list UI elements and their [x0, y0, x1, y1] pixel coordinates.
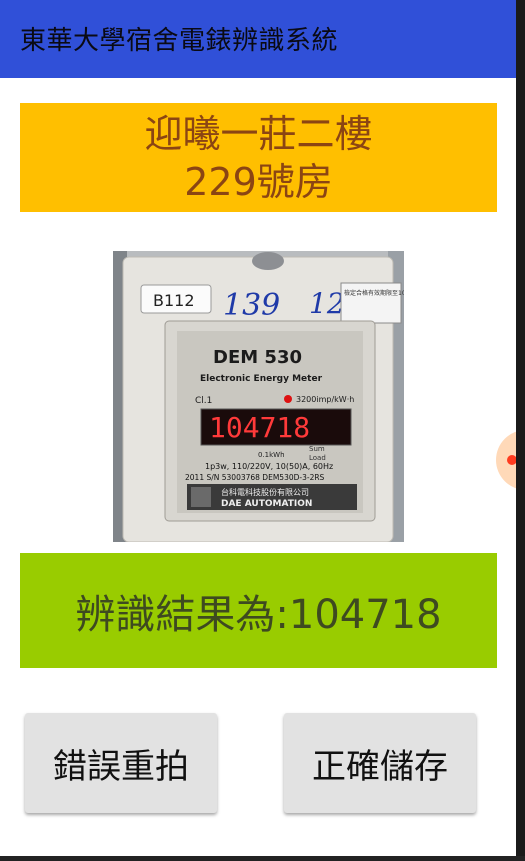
app-title: 東華大學宿舍電錶辨識系統 [20, 26, 339, 56]
room-building-floor: 迎曦一莊二樓 [144, 111, 373, 156]
handwritten-number: 12 [309, 287, 345, 320]
svg-text:Sum: Sum [309, 445, 325, 453]
meter-photo: B112 139 12 檢定合格有效期限至108年3月 DEM 530 Elec… [113, 251, 404, 542]
meter-subtitle: Electronic Energy Meter [200, 374, 323, 384]
meter-class: Cl.1 [195, 396, 212, 406]
svg-text:Load: Load [309, 454, 326, 462]
recognition-result-text: 辨識結果為:104718 [75, 591, 442, 638]
meter-unit: 0.1kWh [258, 451, 285, 459]
handwritten-room: 139 [223, 288, 280, 323]
retake-button-label: 錯誤重拍 [53, 746, 189, 787]
app-bar: 東華大學宿舍電錶辨識系統 [0, 0, 516, 78]
inspection-label: 檢定合格有效期限至108年3月 [344, 289, 404, 297]
room-banner: 迎曦一莊二樓 229號房 [20, 103, 497, 212]
save-button-label: 正確儲存 [312, 746, 448, 787]
meter-imp-rate: 3200imp/kW·h [296, 395, 354, 404]
meter-brand: DEM 530 [213, 347, 302, 368]
meter-display-reading: 104718 [209, 411, 310, 444]
recognition-result: 辨識結果為:104718 [20, 553, 497, 668]
room-number: 229號房 [184, 159, 333, 204]
meter-serial: 2011 S/N 53003768 DEM530D-3-2RS [185, 473, 325, 482]
meter-maker-en: DAE AUTOMATION [221, 499, 312, 509]
meter-spec: 1p3w, 110/220V, 10(50)A, 60Hz [205, 462, 333, 471]
save-button[interactable]: 正確儲存 [284, 713, 476, 813]
retake-button[interactable]: 錯誤重拍 [25, 713, 217, 813]
bottom-edge [0, 856, 525, 861]
meter-photo-image: B112 139 12 檢定合格有效期限至108年3月 DEM 530 Elec… [113, 251, 404, 542]
sticker-code: B112 [153, 291, 195, 310]
screen-edge [516, 0, 525, 861]
meter-maker-cn: 台科電科技股份有限公司 [221, 487, 309, 497]
